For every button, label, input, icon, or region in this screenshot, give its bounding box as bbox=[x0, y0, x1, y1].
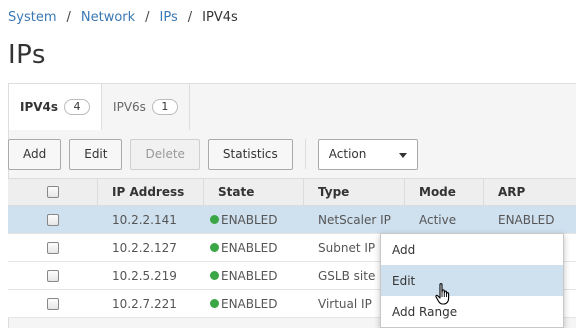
state-cell: ENABLED bbox=[204, 234, 304, 261]
caret-down-icon bbox=[398, 152, 407, 158]
delete-button[interactable]: Delete bbox=[130, 138, 200, 170]
state-cell: ENABLED bbox=[204, 206, 304, 233]
statistics-button[interactable]: Statistics bbox=[207, 138, 293, 170]
select-all-checkbox[interactable] bbox=[46, 186, 59, 198]
tab-bar: IPV4s 4 IPV6s 1 bbox=[9, 84, 190, 130]
row-check-cell bbox=[8, 234, 98, 261]
status-dot-icon bbox=[210, 215, 219, 224]
tab-label: IPV4s bbox=[20, 100, 59, 114]
page-title: IPs bbox=[8, 40, 46, 70]
status-dot-icon bbox=[210, 271, 219, 280]
add-button[interactable]: Add bbox=[8, 138, 62, 170]
menu-item-add[interactable]: Add bbox=[381, 234, 563, 265]
breadcrumb-ips-link[interactable]: IPs bbox=[160, 10, 178, 25]
breadcrumb-separator: / bbox=[66, 9, 71, 25]
state-text: ENABLED bbox=[221, 212, 278, 227]
arp-cell: ENABLED bbox=[498, 212, 555, 227]
type-cell: NetScaler IP bbox=[318, 212, 391, 227]
breadcrumb-network-link[interactable]: Network bbox=[81, 10, 135, 25]
breadcrumb-separator: / bbox=[145, 9, 150, 25]
row-checkbox[interactable] bbox=[47, 297, 59, 310]
ip-address-cell: 10.2.2.127 bbox=[112, 240, 177, 255]
row-checkbox[interactable] bbox=[47, 241, 59, 254]
column-header-ip-address[interactable]: IP Address bbox=[98, 179, 204, 205]
mode-cell: Active bbox=[419, 212, 457, 227]
row-checkbox[interactable] bbox=[47, 269, 59, 282]
table-header: IP Address State Type Mode ARP bbox=[8, 178, 576, 206]
status-dot-icon bbox=[210, 243, 219, 252]
toolbar: Add Edit Delete Statistics Action bbox=[8, 138, 418, 170]
row-checkbox[interactable] bbox=[47, 213, 59, 226]
ip-address-cell: 10.2.2.141 bbox=[112, 212, 177, 227]
menu-item-edit[interactable]: Edit bbox=[381, 265, 563, 296]
breadcrumb: System / Network / IPs / IPV4s bbox=[8, 8, 238, 26]
state-cell: ENABLED bbox=[204, 290, 304, 317]
ip-address-cell: 10.2.5.219 bbox=[112, 268, 177, 283]
ip-address-cell: 10.2.7.221 bbox=[112, 296, 177, 311]
action-dropdown-label: Action bbox=[328, 147, 367, 161]
state-text: ENABLED bbox=[221, 268, 278, 283]
column-header-type[interactable]: Type bbox=[304, 179, 405, 205]
breadcrumb-separator: / bbox=[187, 9, 193, 25]
edit-button[interactable]: Edit bbox=[69, 138, 123, 170]
breadcrumb-current: IPV4s bbox=[202, 9, 238, 25]
row-check-cell bbox=[8, 262, 98, 289]
status-dot-icon bbox=[210, 299, 219, 308]
column-header-state[interactable]: State bbox=[204, 179, 304, 205]
column-header-mode[interactable]: Mode bbox=[405, 179, 484, 205]
state-text: ENABLED bbox=[221, 296, 278, 311]
toolbar-divider bbox=[304, 139, 306, 169]
tab-label: IPV6s bbox=[113, 100, 146, 114]
table-row[interactable]: 10.2.2.141 ENABLED NetScaler IP Active E… bbox=[8, 206, 576, 234]
state-text: ENABLED bbox=[221, 240, 278, 255]
row-context-menu: Add Edit Add Range bbox=[380, 233, 564, 328]
state-cell: ENABLED bbox=[204, 262, 304, 289]
menu-item-add-range[interactable]: Add Range bbox=[381, 296, 563, 327]
tab-count-badge: 1 bbox=[151, 99, 178, 115]
select-all-cell bbox=[8, 179, 98, 205]
tab-ipv6s[interactable]: IPV6s 1 bbox=[102, 84, 190, 130]
breadcrumb-system-link[interactable]: System bbox=[8, 10, 56, 25]
row-check-cell bbox=[8, 290, 98, 317]
hand-cursor-icon bbox=[435, 283, 450, 305]
action-dropdown[interactable]: Action bbox=[317, 138, 418, 170]
row-check-cell bbox=[8, 206, 98, 233]
tab-ipv4s[interactable]: IPV4s 4 bbox=[9, 84, 103, 130]
column-header-arp[interactable]: ARP bbox=[484, 179, 576, 205]
tab-count-badge: 4 bbox=[64, 99, 91, 115]
